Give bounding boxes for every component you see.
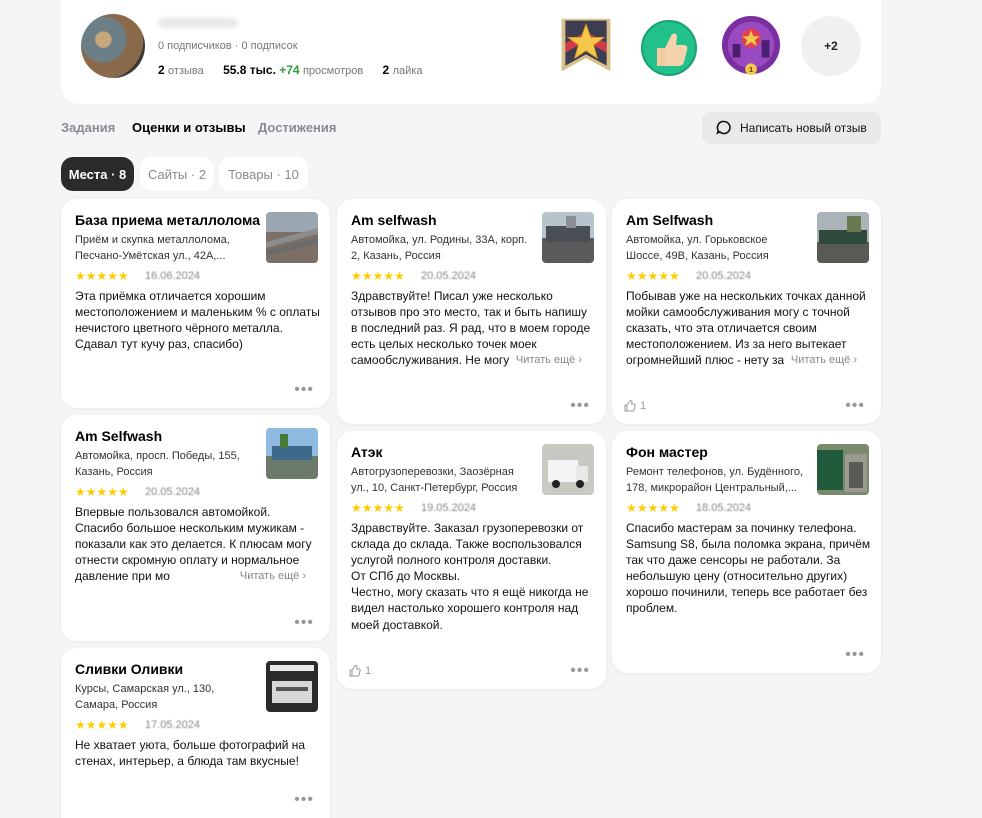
- review-text: Здравствуйте. Заказал грузоперевозки от …: [351, 521, 589, 632]
- review-card[interactable]: Фон мастер Ремонт телефонов, ул. Будённо…: [612, 431, 881, 673]
- more-options-icon[interactable]: •••: [570, 398, 590, 414]
- reviews-count: 2: [158, 63, 165, 77]
- chip-places[interactable]: Места · 8: [61, 157, 134, 191]
- place-title[interactable]: Фон мастер: [626, 444, 708, 460]
- review-date: 20.05.2024: [145, 486, 201, 498]
- views-value: 55.8 тыс.: [223, 63, 276, 77]
- review-card[interactable]: Атэк Автогрузоперевозки, Заозёрная ул., …: [337, 431, 606, 689]
- place-address: Курсы, Самарская ул., 130, Самара, Росси…: [75, 683, 215, 711]
- more-options-icon[interactable]: •••: [845, 647, 865, 663]
- rating-stars: ★★★★★: [626, 269, 680, 283]
- review-card[interactable]: База приема металлолома Приём и скупка м…: [61, 199, 330, 408]
- reviews-label: отзыва: [168, 65, 204, 77]
- review-date: 19.05.2024: [421, 502, 477, 514]
- review-card[interactable]: Сливки Оливки Курсы, Самарская ул., 130,…: [61, 648, 330, 818]
- write-review-label: Написать новый отзыв: [740, 121, 867, 135]
- followers-info[interactable]: 0 подписчиков · 0 подписок: [158, 40, 298, 52]
- tab-reviews[interactable]: Оценки и отзывы: [132, 120, 246, 135]
- place-address: Автомойка, ул. Горьковское Шоссе, 49В, К…: [626, 234, 769, 262]
- views-label: просмотров: [302, 65, 364, 77]
- review-date: 18.05.2024: [696, 502, 752, 514]
- read-more-link[interactable]: Читать ещё ›: [786, 352, 857, 369]
- place-photo[interactable]: [266, 661, 318, 712]
- views-delta: +74: [279, 63, 300, 77]
- chip-sites[interactable]: Сайты · 2: [140, 157, 214, 191]
- place-address: Ремонт телефонов, ул. Будённого, 178, ми…: [626, 466, 803, 494]
- review-card[interactable]: Am selfwash Автомойка, ул. Родины, 33А, …: [337, 199, 606, 424]
- review-card[interactable]: Am Selfwash Автомойка, просп. Победы, 15…: [61, 415, 330, 641]
- more-options-icon[interactable]: •••: [294, 615, 314, 631]
- more-options-icon[interactable]: •••: [294, 792, 314, 808]
- review-text: Впервые пользовался автомойкой. Спасибо …: [75, 505, 312, 585]
- review-text: Здравствуйте! Писал уже несколько отзыво…: [351, 289, 591, 369]
- thumbs-up-icon: [624, 400, 636, 412]
- chip-goods[interactable]: Товары · 10: [219, 157, 308, 191]
- place-address: Автогрузоперевозки, Заозёрная ул., 10, С…: [351, 466, 518, 494]
- place-photo[interactable]: [817, 212, 869, 263]
- review-text: Побывав уже на нескольких точках данной …: [626, 289, 866, 369]
- place-title[interactable]: Атэк: [351, 444, 383, 460]
- profile-card: 0 подписчиков · 0 подписок 2 отзыва 55.8…: [61, 0, 881, 104]
- like-count: 1: [640, 400, 647, 412]
- place-address: Автомойка, просп. Победы, 155, Казань, Р…: [75, 450, 240, 478]
- thumbs-up-icon: [349, 665, 361, 677]
- avatar[interactable]: [81, 14, 145, 78]
- place-address: Приём и скупка металлолома, Песчано-Умёт…: [75, 234, 230, 262]
- read-more-link[interactable]: Читать ещё ›: [235, 568, 306, 585]
- like-button[interactable]: 1: [349, 665, 371, 677]
- tab-tasks[interactable]: Задания: [61, 120, 115, 135]
- place-title[interactable]: Am Selfwash: [75, 428, 162, 444]
- review-date: 17.05.2024: [145, 719, 201, 731]
- rating-stars: ★★★★★: [75, 269, 129, 283]
- rating-stars: ★★★★★: [75, 485, 129, 499]
- review-date: 20.05.2024: [696, 270, 752, 282]
- star-ribbon-badge-icon[interactable]: [556, 15, 616, 75]
- review-text: Спасибо мастерам за починку телефона. Sa…: [626, 521, 871, 616]
- review-bubble-icon: [716, 120, 731, 135]
- review-card[interactable]: Am Selfwash Автомойка, ул. Горьковское Ш…: [612, 199, 881, 424]
- rating-stars: ★★★★★: [75, 718, 129, 732]
- review-text: Не хватает уюта, больше фотографий на ст…: [75, 738, 306, 769]
- username-blurred: [158, 18, 238, 28]
- place-photo[interactable]: [817, 444, 869, 495]
- more-options-icon[interactable]: •••: [294, 382, 314, 398]
- rating-stars: ★★★★★: [351, 269, 405, 283]
- place-photo[interactable]: [542, 444, 594, 495]
- more-badges-button[interactable]: +2: [801, 16, 861, 76]
- place-address: Автомойка, ул. Родины, 33А, корп. 2, Каз…: [351, 234, 528, 262]
- review-date: 20.05.2024: [421, 270, 477, 282]
- place-title[interactable]: Am Selfwash: [626, 212, 713, 228]
- review-date: 16.06.2024: [145, 270, 201, 282]
- write-review-button[interactable]: Написать новый отзыв: [702, 112, 881, 144]
- place-photo[interactable]: [542, 212, 594, 263]
- likes-count: 2: [382, 63, 390, 77]
- more-options-icon[interactable]: •••: [845, 398, 865, 414]
- place-title[interactable]: База приема металлолома: [75, 212, 260, 228]
- city-star-badge-icon[interactable]: 1: [721, 15, 781, 75]
- tab-achievements[interactable]: Достижения: [258, 120, 336, 135]
- profile-stats: 2 отзыва 55.8 тыс. +74 просмотров 2 лайк…: [158, 63, 422, 77]
- rating-stars: ★★★★★: [626, 501, 680, 515]
- review-text: Эта приёмка отличается хорошим местополо…: [75, 289, 320, 352]
- like-button[interactable]: 1: [624, 400, 646, 412]
- rating-stars: ★★★★★: [351, 501, 405, 515]
- likes-label: лайка: [392, 65, 423, 77]
- like-count: 1: [365, 665, 372, 677]
- more-options-icon[interactable]: •••: [570, 663, 590, 679]
- city-badge-count: 1: [749, 65, 754, 74]
- place-photo[interactable]: [266, 212, 318, 263]
- read-more-link[interactable]: Читать ещё ›: [511, 352, 582, 369]
- place-title[interactable]: Am selfwash: [351, 212, 437, 228]
- place-title[interactable]: Сливки Оливки: [75, 661, 183, 677]
- place-photo[interactable]: [266, 428, 318, 479]
- thumbs-up-badge-icon[interactable]: [639, 18, 699, 78]
